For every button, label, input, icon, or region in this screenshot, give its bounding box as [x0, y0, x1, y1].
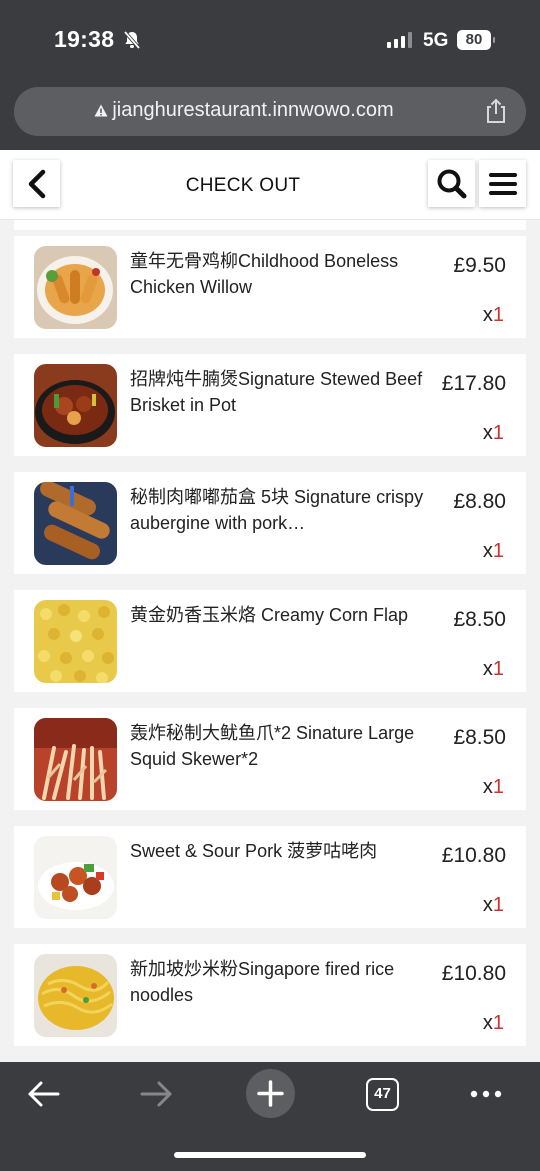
item-price: £17.80 — [441, 372, 506, 395]
item-name: Sweet & Sour Pork 菠萝咕咾肉 — [130, 841, 378, 861]
cart-item[interactable]: 秘制肉嘟嘟茄盒 5块 Signature crispy aubergine wi… — [14, 472, 526, 574]
qty-value: 1 — [492, 304, 504, 326]
address-bar[interactable]: jianghurestaurant.innwowo.com — [14, 87, 526, 136]
food-thumbnail — [34, 836, 117, 919]
qty-prefix: x — [482, 894, 493, 916]
qty-prefix: x — [482, 1012, 493, 1034]
forward-arrow-icon[interactable] — [138, 1076, 174, 1112]
item-quantity: x1 — [483, 894, 504, 917]
cart-list: 童年无骨鸡柳Childhood Boneless Chicken Willow … — [14, 236, 526, 1062]
cart-list-top-edge — [14, 220, 526, 230]
qty-value: 1 — [492, 540, 504, 562]
url-text: jianghurestaurant.innwowo.com — [112, 99, 394, 121]
item-name: 招牌炖牛腩煲Signature Stewed Beef Brisket in P… — [130, 369, 423, 415]
bell-muted-icon — [123, 30, 141, 50]
item-price: £8.50 — [453, 726, 506, 749]
back-arrow-icon[interactable] — [26, 1076, 62, 1112]
page-header: CHECK OUT — [0, 150, 540, 220]
item-price: £10.80 — [441, 962, 506, 985]
item-quantity: x1 — [483, 540, 504, 563]
search-icon — [437, 169, 466, 198]
qty-prefix: x — [482, 658, 493, 680]
share-icon[interactable] — [484, 98, 508, 124]
cart-item[interactable]: 轰炸秘制大鱿鱼爪*2 Sinature Large Squid Skewer*2… — [14, 708, 526, 810]
home-indicator — [174, 1152, 366, 1158]
qty-prefix: x — [482, 304, 493, 326]
item-name: 秘制肉嘟嘟茄盒 5块 Signature crispy aubergine wi… — [130, 487, 424, 533]
item-name: 黄金奶香玉米烙 Creamy Corn Flap — [130, 605, 409, 625]
page-title: CHECK OUT — [185, 175, 301, 196]
food-thumbnail — [34, 246, 117, 329]
warning-icon — [94, 104, 108, 117]
tabs-button[interactable]: 47 — [366, 1078, 399, 1111]
browser-top-chrome: 19:38 5G 80 jianghurestaurant.innwowo.co… — [0, 0, 540, 150]
qty-value: 1 — [492, 422, 504, 444]
hamburger-icon — [488, 172, 517, 195]
food-thumbnail — [34, 718, 117, 801]
item-quantity: x1 — [483, 776, 504, 799]
signal-icon — [387, 32, 412, 48]
menu-button[interactable] — [479, 160, 526, 207]
cart-item[interactable]: Sweet & Sour Pork 菠萝咕咾肉 £10.80 x1 — [14, 826, 526, 928]
qty-value: 1 — [492, 776, 504, 798]
food-thumbnail — [34, 364, 117, 447]
food-thumbnail — [34, 954, 117, 1037]
item-quantity: x1 — [483, 1012, 504, 1035]
search-button[interactable] — [428, 160, 475, 207]
item-quantity: x1 — [483, 422, 504, 445]
cart-item[interactable]: 招牌炖牛腩煲Signature Stewed Beef Brisket in P… — [14, 354, 526, 456]
food-thumbnail — [34, 482, 117, 565]
qty-prefix: x — [482, 776, 493, 798]
qty-prefix: x — [482, 422, 493, 444]
item-name: 轰炸秘制大鱿鱼爪*2 Sinature Large Squid Skewer*2 — [130, 723, 415, 769]
item-name: 新加坡炒米粉Singapore fired rice noodles — [130, 959, 395, 1005]
food-thumbnail — [34, 600, 117, 683]
qty-value: 1 — [492, 1012, 504, 1034]
item-price: £8.50 — [453, 608, 506, 631]
item-price: £9.50 — [453, 254, 506, 277]
qty-prefix: x — [482, 540, 493, 562]
item-price: £8.80 — [453, 490, 506, 513]
item-quantity: x1 — [483, 304, 504, 327]
cart-item[interactable]: 童年无骨鸡柳Childhood Boneless Chicken Willow … — [14, 236, 526, 338]
cart-item[interactable]: 黄金奶香玉米烙 Creamy Corn Flap £8.50 x1 — [14, 590, 526, 692]
qty-value: 1 — [492, 658, 504, 680]
cart-item[interactable]: 新加坡炒米粉Singapore fired rice noodles £10.8… — [14, 944, 526, 1046]
plus-icon — [257, 1080, 284, 1107]
item-quantity: x1 — [483, 658, 504, 681]
url-display[interactable]: jianghurestaurant.innwowo.com — [14, 99, 474, 122]
more-options-icon[interactable] — [468, 1082, 504, 1106]
new-tab-button[interactable] — [246, 1069, 295, 1118]
status-time: 19:38 — [54, 26, 115, 52]
item-name: 童年无骨鸡柳Childhood Boneless Chicken Willow — [130, 251, 399, 297]
item-price: £10.80 — [441, 844, 506, 867]
battery-icon: 80 — [457, 30, 495, 50]
network-label: 5G — [423, 30, 449, 51]
qty-value: 1 — [492, 894, 504, 916]
